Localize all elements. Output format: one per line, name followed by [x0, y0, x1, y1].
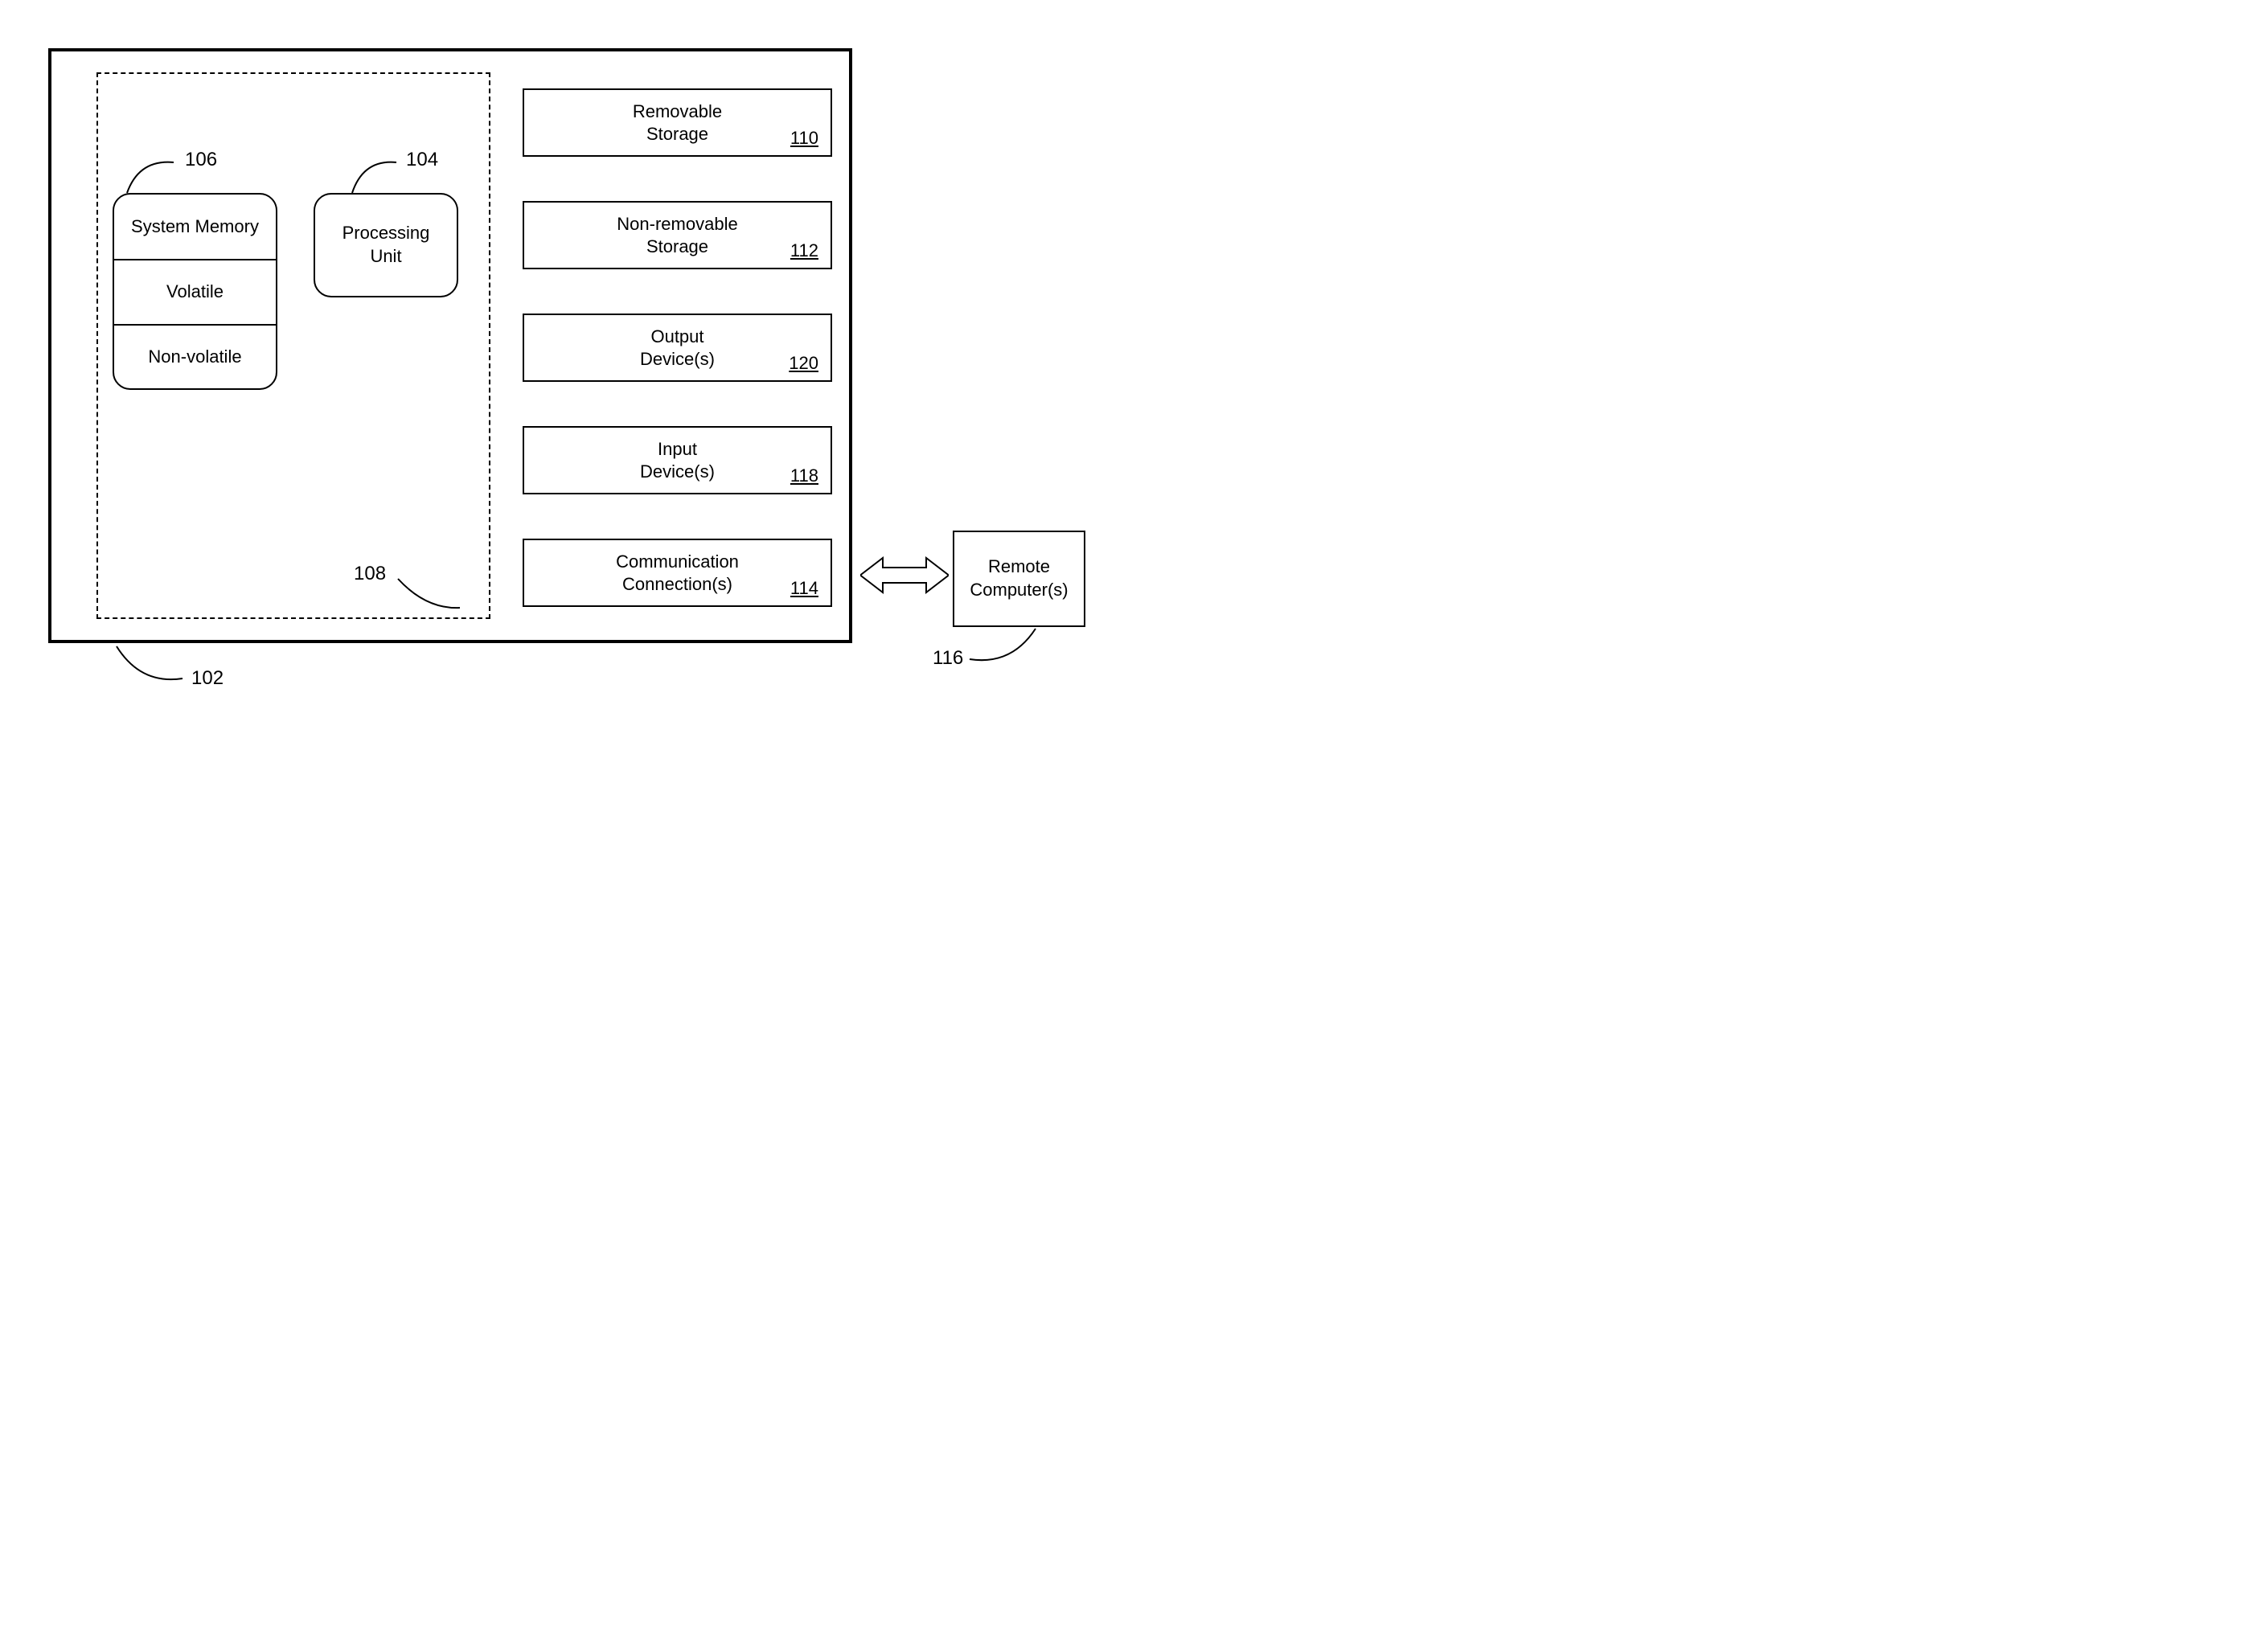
ref-108: 108 — [354, 563, 386, 585]
ref-120: 120 — [789, 352, 818, 375]
input-devices-box: Input Device(s) 118 — [523, 426, 832, 494]
input-devices-label: Input Device(s) — [640, 438, 715, 482]
callout-arc-108 — [386, 571, 466, 611]
callout-arc-106 — [119, 151, 183, 195]
ref-110: 110 — [790, 127, 818, 150]
system-memory-title: System Memory — [114, 195, 276, 259]
ref-106: 106 — [185, 149, 217, 171]
ref-118: 118 — [790, 465, 818, 487]
system-memory-box: System Memory Volatile Non-volatile — [113, 193, 277, 390]
removable-storage-box: Removable Storage 110 — [523, 88, 832, 157]
callout-arc-104 — [346, 151, 406, 195]
ref-114: 114 — [790, 577, 818, 600]
removable-storage-label: Removable Storage — [633, 100, 722, 145]
processing-unit-box: Processing Unit — [314, 193, 458, 297]
nonvolatile-label: Non-volatile — [114, 324, 276, 388]
ref-112: 112 — [790, 240, 818, 262]
output-devices-box: Output Device(s) 120 — [523, 314, 832, 382]
callout-arc-102 — [109, 645, 189, 689]
right-column: Removable Storage 110 Non-removable Stor… — [523, 88, 832, 607]
callout-arc-116 — [963, 627, 1044, 671]
processing-unit-label: Processing Unit — [343, 222, 430, 268]
double-arrow-icon — [860, 553, 949, 597]
diagram-canvas: System Memory Volatile Non-volatile Proc… — [32, 32, 1174, 756]
comm-connections-box: Communication Connection(s) 114 — [523, 539, 832, 607]
ref-102: 102 — [191, 667, 224, 690]
remote-computers-box: Remote Computer(s) — [953, 531, 1085, 627]
ref-116: 116 — [933, 647, 963, 670]
volatile-label: Volatile — [114, 259, 276, 323]
ref-104: 104 — [406, 149, 438, 171]
nonremovable-storage-box: Non-removable Storage 112 — [523, 201, 832, 269]
comm-connections-label: Communication Connection(s) — [616, 551, 739, 595]
output-devices-label: Output Device(s) — [640, 326, 715, 370]
nonremovable-storage-label: Non-removable Storage — [617, 213, 737, 257]
remote-computers-label: Remote Computer(s) — [970, 555, 1068, 601]
